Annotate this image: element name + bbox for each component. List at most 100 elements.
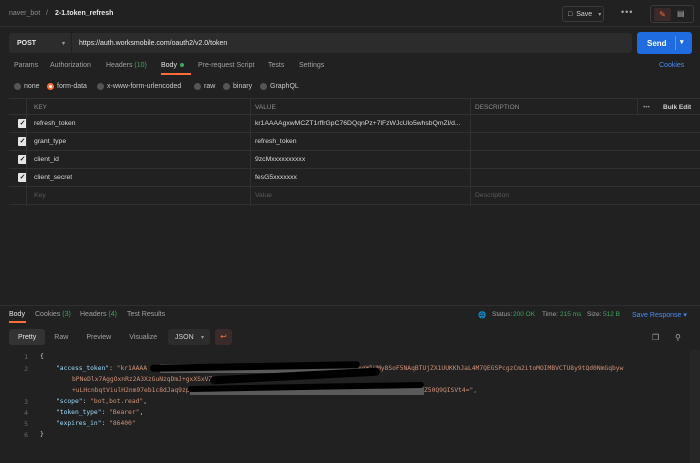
top-bar: naver_bot / 2-1.token_refresh □ Save ▾ •… <box>0 0 700 27</box>
radio-circle-icon <box>223 83 230 90</box>
search-icon[interactable]: ⚲ <box>675 333 681 342</box>
code-line: +uLHcnbqtViulH2nm97eb1c8dJaq9zpU <box>72 387 194 394</box>
table-row: ✓ client_id 9zcMxxxxxxxxxx <box>9 151 700 169</box>
size-label: Size: <box>587 311 602 318</box>
json-value: "86400" <box>109 420 136 427</box>
row-key[interactable]: grant_type <box>34 138 66 145</box>
code-line-tail: bqWlUMy8SoF5NAqBTUjZX1UUKKhJaL4M7QEGSPcg… <box>358 365 624 372</box>
view-preview[interactable]: Preview <box>77 329 120 345</box>
code-line: "scope": "bot,bot.read", <box>56 398 148 405</box>
code-line: { <box>40 353 44 360</box>
tab-authorization[interactable]: Authorization <box>50 62 91 69</box>
view-visualize[interactable]: Visualize <box>120 329 166 345</box>
response-tab-test-results[interactable]: Test Results <box>127 311 165 318</box>
response-view-bar: Pretty Raw Preview Visualize <box>9 329 166 345</box>
json-key: "expires_in" <box>56 420 102 427</box>
save-label: Save <box>576 10 593 18</box>
send-divider <box>675 36 676 50</box>
line-number: 4 <box>24 409 28 417</box>
more-options-icon[interactable]: ••• <box>621 7 633 17</box>
format-select[interactable]: JSON ▾ <box>168 329 210 345</box>
line-number: 5 <box>24 420 28 428</box>
tab-tests[interactable]: Tests <box>268 62 284 69</box>
tab-pre-request-script[interactable]: Pre-request Script <box>198 62 254 69</box>
radio-label: binary <box>233 83 253 90</box>
code-line-tail: Z50Q9QISVt4=", <box>424 387 478 394</box>
code-line: "expires_in": "86400" <box>56 420 136 427</box>
row-value[interactable]: kr1AAAAgxwMCZT1rffrGpC76DQqnPz+7lFzWJcUl… <box>255 120 469 127</box>
column-key: KEY <box>34 104 48 111</box>
copy-icon[interactable]: ❐ <box>652 333 659 342</box>
tab-settings[interactable]: Settings <box>299 62 324 69</box>
row-value[interactable]: fesG5xxxxxxx <box>255 174 297 181</box>
json-value: "Bearer" <box>109 409 140 416</box>
column-value: VALUE <box>255 104 276 111</box>
scrollbar[interactable] <box>690 350 700 463</box>
line-number: 2 <box>24 365 28 373</box>
description-placeholder[interactable]: Description <box>475 192 509 199</box>
bulk-edit-link[interactable]: Bulk Edit <box>663 104 691 111</box>
tab-headers-count: (10) <box>134 62 147 69</box>
code-line: "access_token": "kr1AAAA <box>56 365 148 372</box>
key-placeholder[interactable]: Key <box>34 192 46 199</box>
radio-selected-icon <box>47 83 54 90</box>
url-text: https://auth.worksmobile.com/oauth2/v2.0… <box>79 39 228 47</box>
table-row: ✓ client_secret fesG5xxxxxxx <box>9 169 700 187</box>
column-divider <box>250 98 251 206</box>
response-tab-body[interactable]: Body <box>9 311 25 318</box>
radio-none[interactable]: none <box>14 83 40 90</box>
chevron-down-icon: ▾ <box>61 40 65 47</box>
view-pretty[interactable]: Pretty <box>9 329 46 345</box>
view-mode-toggle[interactable]: ✎ ▤ <box>650 5 694 23</box>
cookies-link[interactable]: Cookies <box>659 62 684 69</box>
response-tab-cookies[interactable]: Cookies (3) <box>35 311 71 318</box>
save-response-button[interactable]: Save Response ▾ <box>632 311 687 319</box>
row-key[interactable]: client_secret <box>34 174 72 181</box>
table-row: ✓ refresh_token kr1AAAAgxwMCZT1rffrGpC76… <box>9 115 700 133</box>
radio-label: form-data <box>57 83 87 90</box>
radio-raw[interactable]: raw <box>194 83 215 90</box>
tab-params[interactable]: Params <box>14 62 38 69</box>
chevron-down-icon[interactable]: ▾ <box>680 38 684 46</box>
globe-icon: 🌐 <box>478 312 487 319</box>
response-tab-cookies-label: Cookies <box>35 311 61 318</box>
radio-graphql[interactable]: GraphQL <box>260 83 299 90</box>
row-key[interactable]: client_id <box>34 156 59 163</box>
row-value[interactable]: 9zcMxxxxxxxxxx <box>255 156 305 163</box>
radio-label: none <box>24 83 40 90</box>
wrap-lines-icon[interactable]: ↩ <box>215 329 232 345</box>
radio-circle-icon <box>14 83 21 90</box>
send-label: Send <box>647 38 667 48</box>
radio-form-data[interactable]: form-data <box>47 83 87 90</box>
request-name[interactable]: 2-1.token_refresh <box>55 10 113 17</box>
save-button[interactable]: □ Save ▾ <box>562 6 604 22</box>
tab-headers[interactable]: Headers (10) <box>106 62 147 69</box>
column-description: DESCRIPTION <box>475 104 520 111</box>
response-tab-headers[interactable]: Headers (4) <box>80 311 117 318</box>
active-tab-indicator <box>161 73 191 75</box>
view-raw[interactable]: Raw <box>45 329 77 345</box>
row-key[interactable]: refresh_token <box>34 120 76 127</box>
method-select[interactable]: POST ▾ <box>9 33 71 53</box>
table-row-empty: Key Value Description <box>9 187 700 205</box>
pencil-icon[interactable]: ✎ <box>654 8 671 21</box>
json-value: "kr1AAAA <box>116 365 148 372</box>
time-label: Time: <box>542 311 559 318</box>
documentation-icon[interactable]: ▤ <box>677 9 685 18</box>
table-header: KEY VALUE DESCRIPTION ••• Bulk Edit <box>9 98 700 115</box>
url-input[interactable]: https://auth.worksmobile.com/oauth2/v2.0… <box>72 33 632 53</box>
chevron-down-icon[interactable]: ▾ <box>598 11 601 18</box>
json-key: "access_token" <box>56 365 110 372</box>
radio-binary[interactable]: binary <box>223 83 252 90</box>
response-tab-headers-label: Headers <box>80 311 107 318</box>
radio-x-www-form-urlencoded[interactable]: x-www-form-urlencoded <box>97 83 181 90</box>
row-value[interactable]: refresh_token <box>255 138 297 145</box>
value-placeholder[interactable]: Value <box>255 192 272 199</box>
more-options-icon[interactable]: ••• <box>643 104 650 111</box>
json-key: "scope" <box>56 398 83 405</box>
breadcrumb-workspace[interactable]: naver_bot <box>9 10 40 17</box>
method-label: POST <box>17 39 37 47</box>
tab-body[interactable]: Body <box>161 62 184 69</box>
json-key: "token_type" <box>56 409 102 416</box>
send-button[interactable]: Send ▾ <box>637 32 692 54</box>
